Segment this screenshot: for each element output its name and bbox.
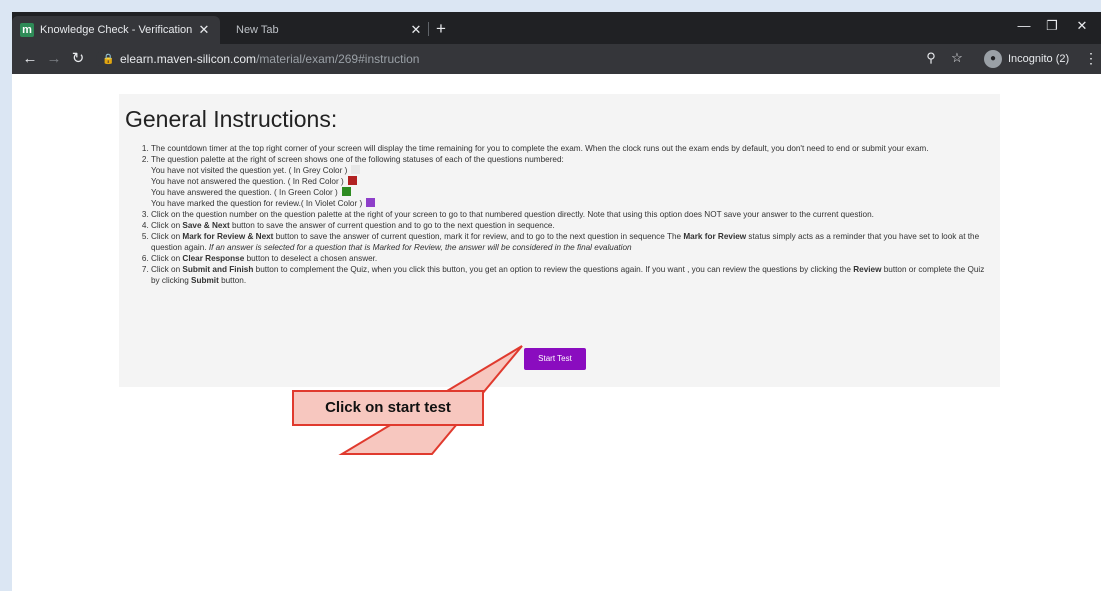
callout-pointer [338,345,523,455]
close-tab-icon[interactable]: ✕ [408,22,424,38]
menu-kebab-icon[interactable]: ⋮ [1084,50,1098,67]
window-close-icon[interactable]: ✕ [1068,18,1096,34]
url-path: /material/exam/269#instruction [256,52,420,66]
back-arrow-icon[interactable]: ← [20,50,40,68]
tab-title: New Tab [236,24,279,36]
close-tab-icon[interactable]: ✕ [196,22,212,38]
callout-text: Click on start test [325,399,451,416]
page-viewport: General Instructions: The countdown time… [12,74,1101,591]
forward-arrow-icon[interactable]: → [44,50,64,68]
maven-logo-icon: m [20,23,34,37]
lock-icon: 🔒 [102,53,115,65]
incognito-profile[interactable]: ● Incognito (2) [984,49,1069,69]
callout-box: Click on start test [292,390,484,426]
tab-title: Knowledge Check - Verification I [40,24,196,36]
tab-separator [428,22,429,36]
tab-strip: m Knowledge Check - Verification I ✕ New… [12,12,1101,44]
zoom-icon[interactable]: ⚲ [922,50,940,66]
new-tab-plus-icon[interactable]: + [436,20,446,38]
bookmark-star-icon[interactable]: ☆ [948,50,966,66]
reload-icon[interactable]: ↻ [68,50,88,68]
restore-icon[interactable]: ❐ [1038,18,1066,34]
browser-toolbar: ← → ↻ 🔒 elearn.maven-silicon.com/materia… [12,44,1101,74]
tab-knowledge-check[interactable]: m Knowledge Check - Verification I ✕ [12,16,220,44]
tab-new-tab[interactable]: New Tab ✕ [222,16,432,44]
browser-window: m Knowledge Check - Verification I ✕ New… [12,12,1101,591]
address-bar[interactable]: 🔒 elearn.maven-silicon.com/material/exam… [96,48,956,70]
url-host: elearn.maven-silicon.com [120,52,257,66]
minimize-icon[interactable]: — [1010,18,1038,33]
incognito-icon: ● [984,50,1002,68]
incognito-label: Incognito (2) [1008,53,1070,65]
